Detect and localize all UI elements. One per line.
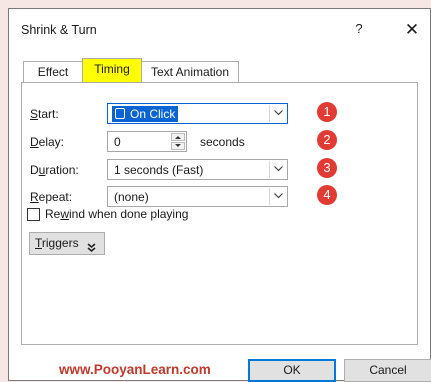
callout-badge-3: 3 — [317, 158, 337, 178]
shrink-turn-dialog: Shrink & Turn ? ✕ Effect Timing Text Ani… — [8, 8, 431, 382]
callout-badge-4: 4 — [317, 185, 337, 205]
spin-down-button[interactable] — [171, 142, 185, 150]
repeat-select[interactable]: (none) — [107, 186, 288, 207]
tab-text-animation[interactable]: Text Animation — [141, 61, 239, 82]
tab-effect[interactable]: Effect — [23, 61, 83, 82]
repeat-label: Repeat: — [30, 190, 73, 204]
delay-spinner[interactable]: 0 — [107, 131, 187, 152]
start-value: On Click — [112, 106, 179, 122]
chevron-down-icon — [269, 105, 286, 122]
spin-up-button[interactable] — [171, 133, 185, 141]
delay-label: Delay: — [30, 135, 65, 149]
close-button[interactable]: ✕ — [401, 19, 423, 41]
duration-label: Duration: — [30, 163, 79, 177]
help-button[interactable]: ? — [349, 21, 369, 39]
start-label: Start: — [30, 107, 59, 121]
chevron-down-icon — [269, 161, 286, 178]
dialog-title: Shrink & Turn — [21, 23, 97, 37]
callout-badge-2: 2 — [317, 130, 337, 150]
ok-button[interactable]: OK — [248, 359, 336, 382]
mouse-click-icon — [115, 108, 125, 119]
cancel-button[interactable]: Cancel — [344, 359, 431, 382]
delay-unit: seconds — [200, 135, 245, 149]
duration-select[interactable]: 1 seconds (Fast) — [107, 159, 288, 180]
watermark-text: www.PooyanLearn.com — [59, 362, 211, 377]
rewind-checkbox[interactable] — [27, 208, 40, 221]
rewind-label: Rewind when done playing — [45, 207, 189, 221]
start-select[interactable]: On Click — [107, 103, 288, 124]
duration-value: 1 seconds (Fast) — [114, 163, 204, 177]
delay-value: 0 — [114, 135, 121, 149]
tab-timing[interactable]: Timing — [82, 58, 142, 83]
spinner-buttons — [171, 133, 185, 150]
title-bar: Shrink & Turn ? ✕ — [9, 9, 430, 49]
callout-badge-1: 1 — [317, 102, 337, 122]
double-chevron-down-icon — [87, 239, 96, 260]
chevron-down-icon — [269, 188, 286, 205]
repeat-value: (none) — [114, 190, 149, 204]
triggers-button[interactable]: Triggers — [29, 232, 105, 255]
